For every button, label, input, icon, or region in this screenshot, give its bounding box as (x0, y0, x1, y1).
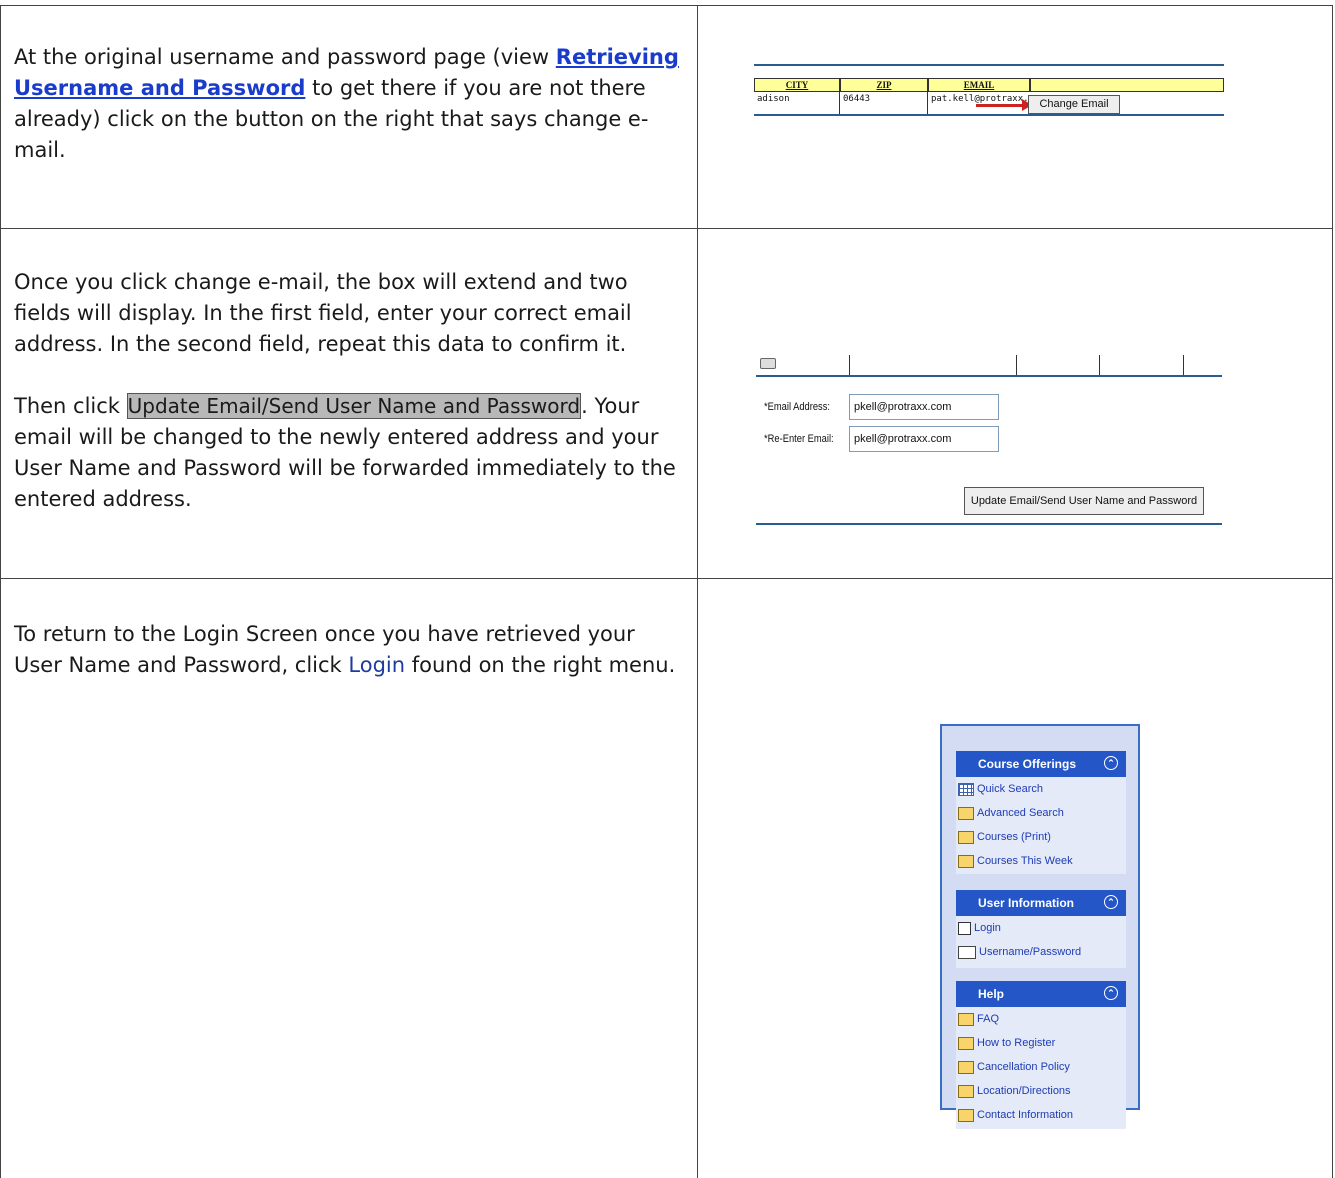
section-title: User Information (978, 896, 1075, 910)
menu-item-login[interactable]: Login (958, 919, 1001, 937)
menu-item-label: Contact Information (977, 1109, 1073, 1121)
column-header: ZIP (840, 78, 928, 92)
column-tick (1016, 355, 1017, 375)
folder-icon (958, 854, 974, 868)
reenter-email-label: *Re-Enter Email: (764, 433, 834, 445)
section-body: Login Username/Password (956, 916, 1126, 968)
folder-search-icon (958, 806, 974, 820)
menu-item-label: Cancellation Policy (977, 1061, 1070, 1073)
menu-item-label: Quick Search (977, 783, 1044, 795)
update-email-highlight: Update Email/Send User Name and Password (126, 393, 582, 419)
table-row: At the original username and password pa… (0, 5, 1333, 229)
text-segment: found on the right menu. (405, 653, 676, 677)
table-cell: adison (754, 92, 840, 114)
menu-item-location-directions[interactable]: Location/Directions (958, 1082, 1071, 1100)
rule-line (754, 64, 1224, 66)
instruction-table: At the original username and password pa… (0, 5, 1333, 1178)
folder-icon (958, 1108, 974, 1122)
cell-divider (697, 6, 698, 228)
collapse-icon[interactable]: ⌃ (1104, 986, 1118, 1000)
section-header-course-offerings[interactable]: Course Offerings ⌃ (956, 751, 1126, 777)
calendar-grid-icon (958, 782, 974, 796)
folder-icon (958, 1012, 974, 1026)
menu-item-courses-this-week[interactable]: Courses This Week (958, 852, 1073, 870)
paragraph: Once you click change e-mail, the box wi… (14, 270, 632, 356)
email-field[interactable]: pkell@protraxx.com (849, 394, 999, 420)
menu-item-courses-print[interactable]: Courses (Print) (958, 828, 1051, 846)
mini-button-icon (760, 358, 776, 369)
section-title: Help (978, 987, 1005, 1001)
menu-item-cancellation-policy[interactable]: Cancellation Policy (958, 1058, 1070, 1076)
update-email-button[interactable]: Update Email/Send User Name and Password (964, 487, 1204, 515)
id-card-icon (958, 945, 976, 959)
page-icon (958, 921, 971, 935)
sidebar-menu: Course Offerings ⌃ Quick Search Advanced… (940, 724, 1140, 1129)
menu-item-label: How to Register (977, 1037, 1056, 1049)
column-header: EMAIL (928, 78, 1030, 92)
column-tick (1099, 355, 1100, 375)
rule-line (754, 114, 1224, 116)
column-header: CITY (754, 78, 840, 92)
table-row: To return to the Login Screen once you h… (0, 578, 1333, 1178)
menu-item-label: Username/Password (979, 946, 1082, 958)
menu-item-label: Advanced Search (977, 807, 1064, 819)
rule-line (756, 523, 1222, 525)
section-body: FAQ How to Register Cancellation Policy … (956, 1007, 1126, 1129)
screenshot-change-email: CITY ZIP EMAIL adison 06443 pat.kell@pro… (754, 64, 1224, 128)
section-title: Course Offerings (978, 757, 1077, 771)
section-header-user-information[interactable]: User Information ⌃ (956, 890, 1126, 916)
folder-icon (958, 830, 974, 844)
folder-icon (958, 1084, 974, 1098)
folder-icon (958, 1060, 974, 1074)
section-header-help[interactable]: Help ⌃ (956, 981, 1126, 1007)
instruction-text: Once you click change e-mail, the box wi… (14, 267, 684, 515)
text-segment: At the original username and password pa… (14, 45, 556, 69)
menu-item-label: Login (974, 922, 1001, 934)
cell-divider (697, 229, 698, 578)
menu-item-faq[interactable]: FAQ (958, 1010, 999, 1028)
table-cell: pat.kell@protraxx.com (931, 94, 1045, 104)
arrow-icon (976, 104, 1026, 107)
collapse-icon[interactable]: ⌃ (1104, 895, 1118, 909)
column-tick (849, 355, 850, 375)
folder-icon (958, 1036, 974, 1050)
menu-item-label: FAQ (977, 1013, 1000, 1025)
menu-item-label: Location/Directions (977, 1085, 1071, 1097)
instruction-text: At the original username and password pa… (14, 42, 684, 166)
instruction-text: To return to the Login Screen once you h… (14, 619, 684, 681)
email-label: *Email Address: (764, 401, 831, 413)
rule-line (756, 375, 1222, 377)
menu-item-label: Courses This Week (977, 855, 1073, 867)
column-header (1030, 78, 1224, 92)
reenter-email-field[interactable]: pkell@protraxx.com (849, 426, 999, 452)
cell-divider (697, 579, 698, 1178)
section-body: Quick Search Advanced Search Courses (Pr… (956, 777, 1126, 874)
menu-item-how-to-register[interactable]: How to Register (958, 1034, 1055, 1052)
menu-item-quick-search[interactable]: Quick Search (958, 780, 1043, 798)
column-tick (1183, 355, 1184, 375)
menu-item-advanced-search[interactable]: Advanced Search (958, 804, 1064, 822)
collapse-icon[interactable]: ⌃ (1104, 756, 1118, 770)
menu-item-label: Courses (Print) (977, 831, 1051, 843)
table-cell: 06443 (840, 92, 928, 114)
menu-item-contact-information[interactable]: Contact Information (958, 1106, 1073, 1124)
text-segment: Then click (14, 394, 127, 418)
change-email-button[interactable]: Change Email (1028, 95, 1120, 114)
menu-item-username-password[interactable]: Username/Password (958, 943, 1081, 961)
screenshot-email-form: *Email Address: pkell@protraxx.com *Re-E… (756, 355, 1226, 555)
login-link[interactable]: Login (348, 653, 405, 677)
table-row: Once you click change e-mail, the box wi… (0, 228, 1333, 579)
